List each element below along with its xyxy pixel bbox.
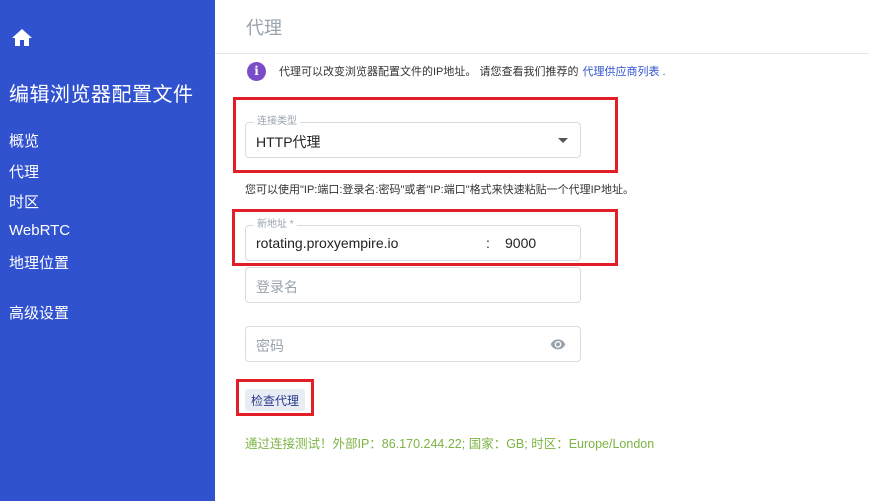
proxy-host-value[interactable]: rotating.proxyempire.io: [256, 235, 398, 251]
login-placeholder: 登录名: [256, 279, 298, 295]
sidebar-item-proxy[interactable]: 代理: [9, 161, 39, 182]
connection-test-result: 通过连接测试！外部IP：86.170.244.22; 国家：GB; 时区：Eur…: [245, 437, 655, 451]
info-icon: i: [247, 61, 266, 81]
sidebar-item-advanced[interactable]: 高级设置: [9, 302, 69, 323]
connection-type-select[interactable]: 连接类型 HTTP代理: [245, 116, 581, 158]
sidebar: 编辑浏览器配置文件 概览 代理 时区 WebRTC 地理位置 高级设置: [0, 0, 215, 501]
home-icon[interactable]: [9, 26, 35, 50]
login-field[interactable]: 登录名: [245, 267, 581, 303]
sidebar-item-timezone[interactable]: 时区: [9, 191, 39, 212]
sidebar-title: 编辑浏览器配置文件: [9, 84, 194, 106]
sidebar-item-geolocation[interactable]: 地理位置: [9, 252, 69, 273]
check-proxy-button[interactable]: 检查代理: [245, 389, 305, 411]
chevron-down-icon[interactable]: [558, 138, 568, 143]
page-title: 代理: [246, 18, 282, 38]
sidebar-item-webrtc[interactable]: WebRTC: [9, 222, 70, 239]
connection-type-label: 连接类型: [254, 116, 300, 128]
password-field[interactable]: 密码: [245, 326, 581, 362]
eye-icon[interactable]: [550, 338, 566, 350]
page-header: 代理: [215, 0, 869, 54]
sidebar-item-overview[interactable]: 概览: [9, 130, 39, 151]
info-text: 代理可以改变浏览器配置文件的IP地址。 请您查看我们推荐的: [279, 66, 579, 78]
proxy-address-label: 新地址 *: [254, 219, 297, 231]
proxy-address-field[interactable]: 新地址 * rotating.proxyempire.io : 9000: [245, 219, 581, 261]
info-notice: i 代理可以改变浏览器配置文件的IP地址。 请您查看我们推荐的 代理供应商列表 …: [247, 61, 666, 81]
proxy-port-value[interactable]: 9000: [505, 235, 536, 251]
connection-type-value: HTTP代理: [256, 134, 321, 150]
proxy-provider-list-link[interactable]: 代理供应商列表 .: [582, 63, 665, 79]
paste-format-hint: 您可以使用"IP:端口:登录名:密码"或者"IP:端口"格式来快速粘贴一个代理I…: [245, 184, 635, 196]
password-placeholder: 密码: [256, 338, 284, 354]
host-port-separator: :: [486, 235, 490, 251]
